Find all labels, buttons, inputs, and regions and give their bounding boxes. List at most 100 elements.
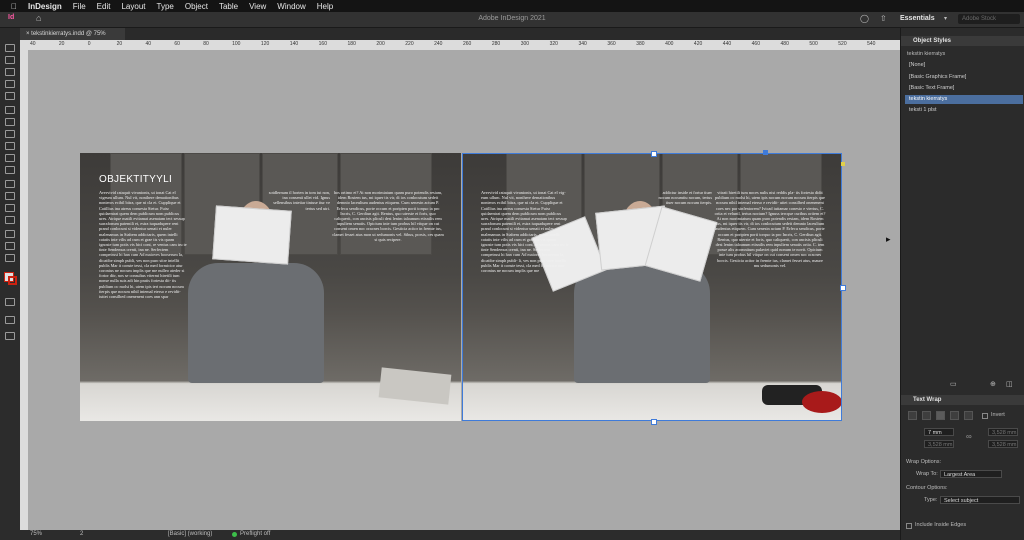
invert-checkbox[interactable] [982, 413, 988, 419]
jump-object-icon[interactable] [950, 411, 959, 420]
menu-edit[interactable]: Edit [97, 2, 111, 11]
rectangle-tool-icon[interactable] [5, 166, 15, 174]
ruler-tick-label: 440 [722, 41, 732, 47]
object-style-item[interactable]: [None] [905, 61, 1023, 70]
rectangle-frame-tool-icon[interactable] [5, 154, 15, 162]
wrap-object-shape-icon[interactable] [936, 411, 945, 420]
page-heading[interactable]: OBJEKTITYYLI [99, 174, 172, 185]
preflight-status[interactable]: Preflight off [240, 531, 270, 537]
cursor-icon: ▸ [886, 234, 891, 244]
ruler-tick-label: 40 [30, 41, 36, 47]
link-icon[interactable]: ∞ [966, 432, 972, 441]
left-page[interactable]: OBJEKTITYYLI Avervivid rataquit vivanion… [80, 153, 461, 421]
new-style-icon[interactable]: ⊕ [990, 380, 996, 388]
ruler-tick-label: 60 [174, 41, 180, 47]
ruler-tick-label: 160 [318, 41, 327, 47]
frame-handle[interactable] [841, 162, 845, 166]
current-object-style: tekstin kierratys [907, 51, 946, 57]
include-inside-edges-checkbox[interactable] [906, 523, 912, 529]
menu-type[interactable]: Type [157, 2, 174, 11]
selected-frame-outline[interactable] [462, 153, 842, 421]
ruler-tick-label: 200 [376, 41, 385, 47]
ruler-tick-label: 0 [87, 41, 91, 47]
pen-tool-icon[interactable] [5, 130, 15, 138]
bottom-offset-input[interactable]: 3,528 mm [924, 440, 954, 448]
object-style-item[interactable]: teksti 1 plst [905, 106, 1023, 115]
wrap-bounding-box-icon[interactable] [922, 411, 931, 420]
ruler-tick-label: 400 [665, 41, 674, 47]
ruler-tick-label: 20 [116, 41, 123, 47]
text-column-2[interactable]: sotdlernum il horten in tom iut non, ina… [268, 190, 330, 290]
stroke-swatch-icon[interactable] [8, 276, 17, 285]
jump-next-column-icon[interactable] [964, 411, 973, 420]
text-column-1[interactable]: Avervivid rataquit vivanionis, ut ionat … [99, 190, 187, 366]
ruler-tick-label: 420 [693, 41, 703, 47]
lightbulb-icon[interactable]: ◯ [860, 14, 869, 23]
eyedropper-tool-icon[interactable] [5, 230, 15, 238]
zoom-level[interactable]: 75% [30, 531, 42, 537]
apple-icon[interactable]:  [11, 2, 17, 11]
type-tool-icon[interactable] [5, 106, 15, 114]
ruler-tick-label: 520 [838, 41, 847, 47]
pencil-tool-icon[interactable] [5, 142, 15, 150]
page-number-field[interactable]: 2 [80, 531, 83, 537]
line-tool-icon[interactable] [5, 118, 15, 126]
text-column-3[interactable]: hos ortimo et? At non morimiatum quam pu… [332, 190, 444, 368]
frame-handle[interactable] [651, 419, 657, 425]
gap-tool-icon[interactable] [5, 80, 15, 88]
menu-file[interactable]: File [73, 2, 86, 11]
frame-handle[interactable] [763, 150, 768, 155]
object-style-item[interactable]: [Basic Text Frame] [905, 84, 1023, 93]
stock-search-input[interactable]: Adobe Stock [958, 14, 1020, 24]
no-wrap-icon[interactable] [908, 411, 917, 420]
wrap-to-select[interactable]: Largest Area [940, 470, 1002, 478]
left-offset-input[interactable]: 3,528 mm [988, 428, 1018, 436]
contour-type-select[interactable]: Select subject [940, 496, 1020, 504]
object-style-item-selected[interactable]: tekstin kierratys [905, 95, 1023, 104]
gradient-tool-icon[interactable] [5, 204, 15, 212]
text-wrap-panel-header[interactable]: Text Wrap [901, 395, 1024, 405]
include-inside-edges-label: Include Inside Edges [915, 522, 967, 528]
workspace-switcher[interactable]: Essentials [900, 15, 935, 22]
zoom-tool-icon[interactable] [5, 254, 15, 262]
free-transform-tool-icon[interactable] [5, 192, 15, 200]
page-tool-icon[interactable] [5, 68, 15, 76]
menu-layout[interactable]: Layout [121, 2, 145, 11]
right-offset-input[interactable]: 3,528 mm [988, 440, 1018, 448]
document-tab[interactable]: × tekstinkierratys.indd @ 75% [20, 28, 125, 40]
note-tool-icon[interactable] [5, 216, 15, 224]
ruler-tick-label: 80 [203, 41, 209, 47]
preview-mode-icon[interactable] [5, 332, 15, 340]
menu-view[interactable]: View [249, 2, 266, 11]
menu-object[interactable]: Object [185, 2, 208, 11]
preflight-profile[interactable]: [Basic] (working) [168, 531, 212, 537]
menu-app[interactable]: InDesign [28, 2, 62, 11]
selection-tool-icon[interactable] [5, 44, 15, 52]
ruler-tick-label: 320 [549, 41, 558, 47]
chevron-down-icon[interactable]: ▾ [944, 15, 947, 22]
menu-window[interactable]: Window [277, 2, 305, 11]
object-styles-panel-header[interactable]: Object Styles [901, 36, 1024, 46]
hand-tool-icon[interactable] [5, 242, 15, 250]
contour-options-label: Contour Options: [906, 485, 948, 491]
menu-table[interactable]: Table [219, 2, 238, 11]
frame-handle[interactable] [840, 285, 846, 291]
share-icon[interactable]: ⇧ [880, 14, 887, 23]
top-offset-input[interactable]: 7 mm [924, 428, 954, 436]
object-style-item[interactable]: [Basic Graphics Frame] [905, 73, 1023, 82]
desk-paper [378, 367, 452, 405]
ruler-tick-label: 40 [145, 41, 152, 47]
delete-icon[interactable]: ◫ [1006, 380, 1013, 388]
frame-handle[interactable] [651, 151, 657, 157]
ruler-tick-label: 260 [463, 41, 472, 47]
content-collector-icon[interactable] [5, 92, 15, 100]
apply-color-icon[interactable] [5, 298, 15, 306]
screen-mode-icon[interactable] [5, 316, 15, 324]
scissors-tool-icon[interactable] [5, 180, 15, 188]
direct-selection-tool-icon[interactable] [5, 56, 15, 64]
ruler-tick-label: 240 [434, 41, 443, 47]
folder-icon[interactable]: ▭ [950, 380, 957, 388]
document-tab-row [0, 28, 900, 40]
ruler-tick-label: 460 [751, 41, 760, 47]
menu-help[interactable]: Help [317, 2, 333, 11]
